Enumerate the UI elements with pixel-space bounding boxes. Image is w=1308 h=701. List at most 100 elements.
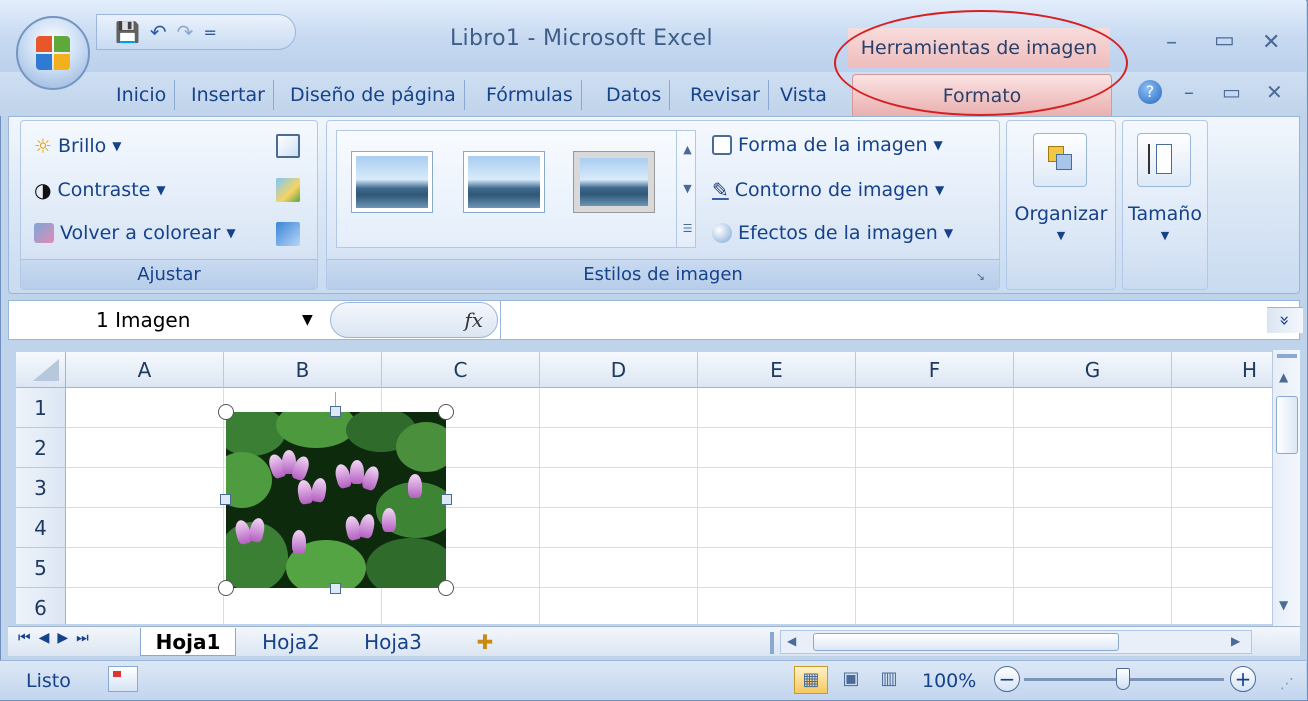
- minimize-icon[interactable]: –: [1166, 30, 1177, 55]
- forma-de-la-imagen-button[interactable]: Forma de la imagen ▼: [712, 134, 943, 156]
- picture-styles-gallery: [336, 130, 696, 248]
- save-icon[interactable]: 💾: [115, 20, 140, 44]
- name-box-dropdown-icon[interactable]: ▼: [302, 312, 313, 328]
- column-header[interactable]: D: [540, 352, 698, 388]
- maximize-icon[interactable]: ▭: [1214, 28, 1235, 53]
- recolor-icon: [34, 223, 54, 243]
- resize-handle[interactable]: [218, 580, 234, 596]
- column-header[interactable]: A: [66, 352, 224, 388]
- resize-handle[interactable]: [441, 494, 452, 505]
- page-break-view-button[interactable]: ▥: [872, 666, 906, 694]
- tab-insertar[interactable]: Insertar: [183, 80, 274, 110]
- worksheet-grid[interactable]: A B C D E F G H 1 2 3 4 5 6: [16, 352, 1272, 624]
- doc-restore-icon[interactable]: ▭: [1222, 80, 1241, 104]
- scroll-up-icon[interactable]: ▲: [1279, 370, 1288, 384]
- sheet-tab-hoja3[interactable]: Hoja3: [348, 628, 438, 656]
- gallery-more-icon[interactable]: ☰: [683, 222, 693, 235]
- row-header[interactable]: 5: [16, 548, 66, 588]
- expand-formula-bar-icon[interactable]: »: [1267, 307, 1303, 333]
- column-header[interactable]: E: [698, 352, 856, 388]
- tab-formulas[interactable]: Fórmulas: [478, 80, 582, 110]
- column-header[interactable]: B: [224, 352, 382, 388]
- contraste-button[interactable]: ◑ Contraste ▼: [34, 178, 166, 202]
- close-icon[interactable]: ✕: [1262, 30, 1280, 55]
- gallery-up-icon[interactable]: ▲: [683, 143, 691, 156]
- office-button[interactable]: [16, 16, 90, 90]
- volver-a-colorear-button[interactable]: Volver a colorear ▼: [34, 222, 236, 244]
- tab-datos[interactable]: Datos: [598, 80, 671, 110]
- redo-icon[interactable]: ↷: [177, 20, 194, 44]
- volver-label: Volver a colorear: [60, 222, 221, 244]
- resize-handle[interactable]: [330, 583, 341, 594]
- group-organizar[interactable]: Organizar ▼: [1006, 120, 1116, 290]
- compress-pictures-icon[interactable]: [276, 134, 300, 158]
- brillo-button[interactable]: ☼ Brillo ▼: [34, 134, 121, 158]
- gridline: [855, 388, 856, 624]
- resize-handle[interactable]: [220, 494, 231, 505]
- scroll-thumb[interactable]: [1276, 396, 1298, 454]
- tab-split-handle[interactable]: [770, 632, 774, 654]
- row-header[interactable]: 3: [16, 468, 66, 508]
- efectos-de-la-imagen-button[interactable]: Efectos de la imagen ▼: [712, 222, 953, 244]
- undo-icon[interactable]: ↶: [150, 20, 167, 44]
- insert-sheet-icon[interactable]: ✚: [460, 628, 510, 656]
- sheet-tab-hoja2[interactable]: Hoja2: [246, 628, 336, 656]
- resize-grip-icon[interactable]: ⋰: [1280, 676, 1294, 692]
- scroll-right-icon[interactable]: ▶: [1231, 634, 1240, 648]
- reset-picture-icon[interactable]: [276, 222, 300, 246]
- forma-label: Forma de la imagen: [738, 134, 928, 156]
- gallery-down-icon[interactable]: ▼: [683, 182, 691, 195]
- picture-style-thumb[interactable]: [351, 151, 433, 213]
- scroll-down-icon[interactable]: ▼: [1279, 598, 1288, 612]
- resize-handle[interactable]: [438, 580, 454, 596]
- hscroll-thumb[interactable]: [813, 633, 1119, 651]
- zoom-level[interactable]: 100%: [922, 670, 976, 692]
- row-header[interactable]: 6: [16, 588, 66, 624]
- picture-style-thumb[interactable]: [463, 151, 545, 213]
- column-header[interactable]: H: [1172, 352, 1272, 388]
- dialog-launcher-icon[interactable]: ↘: [976, 270, 985, 283]
- formula-input[interactable]: [500, 301, 1270, 339]
- zoom-out-button[interactable]: −: [994, 666, 1020, 692]
- resize-handle[interactable]: [330, 406, 341, 417]
- tab-inicio[interactable]: Inicio: [108, 80, 176, 110]
- sheet-tab-hoja1[interactable]: Hoja1: [140, 628, 236, 656]
- resize-handle[interactable]: [218, 404, 234, 420]
- row-header[interactable]: 1: [16, 388, 66, 428]
- tab-diseno-de-pagina[interactable]: Diseño de página: [282, 80, 465, 110]
- zoom-in-button[interactable]: +: [1230, 666, 1256, 692]
- doc-close-icon[interactable]: ✕: [1266, 80, 1283, 104]
- column-header[interactable]: F: [856, 352, 1014, 388]
- sheet-nav-icons[interactable]: ⏮◀▶⏭: [18, 630, 97, 646]
- macro-record-icon[interactable]: [108, 666, 138, 692]
- name-box-value: 1 Imagen: [96, 308, 191, 332]
- page-layout-view-button[interactable]: ▣: [834, 666, 868, 694]
- row-header[interactable]: 2: [16, 428, 66, 468]
- vertical-scrollbar[interactable]: ▲ ▼: [1272, 350, 1300, 626]
- contrast-icon: ◑: [34, 178, 52, 202]
- zoom-slider-thumb[interactable]: [1116, 668, 1130, 690]
- group-tamano[interactable]: Tamaño ▼: [1122, 120, 1208, 290]
- resize-handle[interactable]: [438, 404, 454, 420]
- column-header[interactable]: C: [382, 352, 540, 388]
- scroll-left-icon[interactable]: ◀: [787, 634, 796, 648]
- name-box[interactable]: 1 Imagen ▼: [8, 300, 328, 340]
- gallery-scroll[interactable]: ▲ ▼ ☰: [676, 130, 698, 248]
- tab-revisar[interactable]: Revisar: [682, 80, 769, 110]
- change-picture-icon[interactable]: [276, 178, 300, 202]
- tab-vista[interactable]: Vista: [772, 80, 835, 110]
- select-all-button[interactable]: [16, 352, 66, 388]
- customize-qat-icon[interactable]: =: [203, 23, 216, 42]
- contorno-de-imagen-button[interactable]: ✎ Contorno de imagen ▼: [712, 178, 944, 202]
- highlight-ellipse: [834, 10, 1128, 116]
- insert-function-button[interactable]: fx: [330, 302, 498, 338]
- row-header[interactable]: 4: [16, 508, 66, 548]
- horizontal-scrollbar[interactable]: ◀ ▶: [780, 630, 1252, 654]
- split-box[interactable]: [1277, 354, 1297, 358]
- inserted-picture[interactable]: [226, 412, 446, 588]
- column-header[interactable]: G: [1014, 352, 1172, 388]
- doc-minimize-icon[interactable]: –: [1184, 80, 1194, 104]
- picture-style-thumb[interactable]: [573, 151, 655, 213]
- help-icon[interactable]: ?: [1138, 80, 1162, 104]
- normal-view-button[interactable]: ▦: [794, 666, 828, 694]
